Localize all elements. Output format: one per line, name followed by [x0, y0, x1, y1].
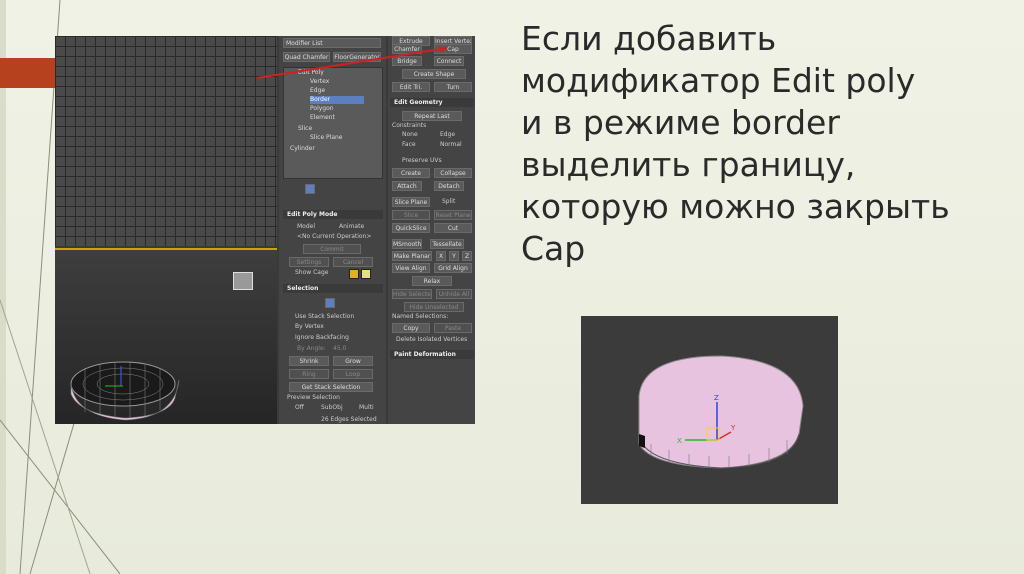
- planar-z-button[interactable]: Z: [462, 251, 472, 261]
- repeat-last-button[interactable]: Repeat Last: [402, 111, 462, 121]
- cage-selected-color-swatch[interactable]: [361, 269, 371, 279]
- constraint-face-radio[interactable]: Face: [402, 141, 416, 149]
- unhide-all-button[interactable]: Unhide All: [436, 289, 472, 299]
- hide-selected-button[interactable]: Hide Selected: [392, 289, 432, 299]
- commit-button[interactable]: Commit: [303, 244, 361, 254]
- get-stack-selection-button[interactable]: Get Stack Selection: [289, 382, 373, 392]
- current-operation-label: <No Current Operation>: [297, 233, 372, 240]
- capped-cylinder-viewport[interactable]: Z X Y: [581, 316, 838, 504]
- cage-color-swatch[interactable]: [349, 269, 359, 279]
- preview-off-radio[interactable]: Off: [295, 404, 304, 412]
- hide-unselected-button[interactable]: Hide Unselected: [404, 302, 464, 312]
- z-axis-label: Z: [714, 394, 719, 402]
- grow-button[interactable]: Grow: [333, 356, 373, 366]
- stack-item-cylinder[interactable]: Cylinder: [290, 145, 315, 153]
- named-selections-label: Named Selections:: [392, 313, 449, 320]
- angle-field[interactable]: 45.0: [333, 345, 346, 353]
- split-checkbox[interactable]: Split: [442, 198, 455, 206]
- pin-stack-icon[interactable]: [305, 184, 315, 194]
- planar-x-button[interactable]: X: [436, 251, 446, 261]
- title-line: выделить границу,: [521, 145, 856, 184]
- border-subobject-icon[interactable]: [325, 298, 335, 308]
- shrink-button[interactable]: Shrink: [289, 356, 329, 366]
- by-angle-checkbox[interactable]: By Angle:: [297, 345, 326, 353]
- create-button[interactable]: Create: [392, 168, 430, 178]
- preview-multi-radio[interactable]: Multi: [359, 404, 374, 412]
- preview-selection-label: Preview Selection: [287, 394, 340, 401]
- view-align-button[interactable]: View Align: [392, 263, 430, 273]
- constraint-edge-radio[interactable]: Edge: [440, 131, 455, 139]
- paint-deformation-header[interactable]: Paint Deformation: [390, 350, 474, 359]
- slice-button[interactable]: Slice: [392, 210, 430, 220]
- accent-bar: [0, 58, 56, 88]
- title-line: и в режиме border: [521, 103, 840, 142]
- edit-poly-mode-header[interactable]: Edit Poly Mode: [283, 210, 383, 219]
- loop-button[interactable]: Loop: [333, 369, 373, 379]
- capped-cylinder-mesh: Z X Y: [638, 355, 804, 469]
- paste-button[interactable]: Paste: [434, 323, 472, 333]
- use-stack-selection-checkbox[interactable]: Use Stack Selection: [295, 313, 354, 321]
- reset-plane-button[interactable]: Reset Plane: [434, 210, 472, 220]
- constraints-label: Constraints: [392, 122, 427, 129]
- red-arrow-pointer: [256, 46, 448, 79]
- y-axis-label: Y: [730, 424, 736, 432]
- ring-button[interactable]: Ring: [289, 369, 329, 379]
- tessellate-button[interactable]: Tessellate: [430, 239, 464, 249]
- slice-plane-button[interactable]: Slice Plane: [392, 197, 430, 207]
- preserve-uvs-checkbox[interactable]: Preserve UVs: [402, 157, 442, 165]
- title-line: которую можно закрыть: [521, 187, 950, 226]
- stack-item-polygon[interactable]: Polygon: [310, 105, 334, 113]
- stack-item-slice-plane[interactable]: Slice Plane: [310, 134, 343, 142]
- title-line: Cap: [521, 229, 586, 268]
- slide-title: Если добавить модификатор Edit poly и в …: [521, 18, 991, 270]
- constraint-normal-radio[interactable]: Normal: [440, 141, 462, 149]
- cylinder-mesh: [70, 361, 180, 421]
- stack-item-element[interactable]: Element: [310, 114, 335, 122]
- show-cage-checkbox[interactable]: Show Cage: [295, 269, 328, 277]
- by-vertex-checkbox[interactable]: By Vertex: [295, 323, 324, 331]
- quickslice-button[interactable]: QuickSlice: [392, 223, 430, 233]
- max-screenshot: Modifier List Quad Chamfer FloorGenerato…: [55, 36, 475, 424]
- delete-isolated-checkbox[interactable]: Delete Isolated Vertices: [396, 336, 467, 344]
- stack-item-slice[interactable]: Slice: [298, 125, 312, 133]
- stack-item-border[interactable]: Border: [310, 96, 364, 104]
- grid-align-button[interactable]: Grid Align: [434, 263, 472, 273]
- model-radio[interactable]: Model: [297, 223, 315, 231]
- selection-status: 26 Edges Selected: [321, 416, 377, 423]
- perspective-viewport[interactable]: [55, 248, 277, 424]
- planar-y-button[interactable]: Y: [449, 251, 459, 261]
- title-line: модификатор Edit poly: [521, 61, 916, 100]
- preview-subobj-radio[interactable]: SubObj: [321, 404, 343, 412]
- msmooth-button[interactable]: MSmooth: [392, 239, 422, 249]
- make-planar-button[interactable]: Make Planar: [392, 251, 432, 261]
- cancel-button[interactable]: Cancel: [333, 257, 373, 267]
- viewcube-icon[interactable]: [233, 272, 253, 290]
- constraint-none-radio[interactable]: None: [402, 131, 418, 139]
- cut-button[interactable]: Cut: [434, 223, 472, 233]
- animate-radio[interactable]: Animate: [339, 223, 364, 231]
- x-axis-label: X: [677, 437, 682, 445]
- copy-button[interactable]: Copy: [392, 323, 430, 333]
- title-line: Если добавить: [521, 19, 777, 58]
- relax-button[interactable]: Relax: [412, 276, 452, 286]
- selection-header[interactable]: Selection: [283, 284, 383, 293]
- ignore-backfacing-checkbox[interactable]: Ignore Backfacing: [295, 334, 349, 342]
- detach-button[interactable]: Detach: [434, 181, 464, 191]
- collapse-button[interactable]: Collapse: [434, 168, 472, 178]
- settings-button[interactable]: Settings: [289, 257, 329, 267]
- attach-button[interactable]: Attach: [392, 181, 422, 191]
- edit-geometry-header[interactable]: Edit Geometry: [390, 98, 474, 107]
